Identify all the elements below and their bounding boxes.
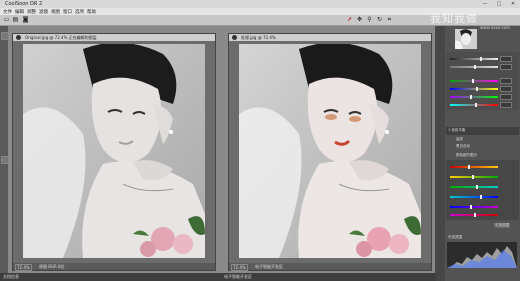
photo-processed <box>239 44 421 258</box>
select-tool-icon[interactable]: ➚ <box>346 17 353 23</box>
status-left: 文档信息 <box>3 274 19 279</box>
status-bar: 文档信息 电子智能开发区 <box>0 273 436 281</box>
right-panel-strip <box>436 26 445 281</box>
watermark: 我知我做 <box>430 12 478 25</box>
slider-magenta[interactable] <box>450 213 498 217</box>
left-tool-strip <box>0 26 9 273</box>
maximize-button[interactable]: □ <box>492 0 506 8</box>
app-title: CoolSoon DR 2 <box>5 1 43 7</box>
hand-tool-icon[interactable]: ✥ <box>356 17 363 23</box>
slider-green-magenta[interactable] <box>450 79 498 83</box>
histogram-label: 可选范围 <box>448 235 462 239</box>
watermark-url: www.xxxx.com <box>480 25 511 30</box>
doc-title-bar[interactable]: 处理.jpg @ 72.4% <box>229 34 431 41</box>
doc-status-bar: 72.4% 原图 BGR 8位 <box>13 263 215 271</box>
slider-brightness[interactable] <box>450 57 498 61</box>
document-icon <box>16 35 21 40</box>
doc-window-original[interactable]: Original.jpg @ 72.4% 正在编辑的图层 72.4% 原图 BG… <box>12 33 216 271</box>
value-box[interactable] <box>500 64 512 70</box>
rotate-icon[interactable]: ↻ <box>376 17 383 23</box>
slider-cyan-red[interactable] <box>450 103 498 107</box>
zoom-readout[interactable]: 72.4% <box>231 264 248 271</box>
slider-yellow[interactable] <box>450 175 498 179</box>
slider-green[interactable] <box>450 185 498 189</box>
doc-title-bar[interactable]: Original.jpg @ 72.4% 正在编辑的图层 <box>13 34 215 41</box>
value-box[interactable] <box>500 86 512 92</box>
document-icon <box>232 35 237 40</box>
zoom-tool-icon[interactable]: ⚲ <box>366 17 373 23</box>
value-box[interactable] <box>500 94 512 100</box>
value-box[interactable] <box>500 56 512 62</box>
section-title: 1 色彩平衡 <box>448 128 466 132</box>
slider-cyan[interactable] <box>450 195 498 199</box>
slider-contrast[interactable] <box>450 65 498 69</box>
doc-status-text: 原图 BGR 8位 <box>39 264 65 269</box>
doc-title: 处理.jpg @ 72.4% <box>241 35 276 40</box>
slider-blue-yellow[interactable] <box>450 87 498 91</box>
color-sliders-section <box>446 160 519 220</box>
crop-icon[interactable]: ⌗ <box>386 17 393 23</box>
histogram-graph <box>447 246 517 268</box>
slider-purple-green[interactable] <box>450 95 498 99</box>
value-box[interactable] <box>500 102 512 108</box>
value-box[interactable] <box>500 78 512 84</box>
histogram <box>447 242 517 268</box>
navigator-preview-icon <box>455 29 477 49</box>
slider-blue[interactable] <box>450 205 498 209</box>
option-highlight[interactable]: 高亮 <box>456 137 463 142</box>
save-icon[interactable]: ▤ <box>12 17 19 23</box>
minimize-button[interactable]: — <box>478 0 492 8</box>
option-auto-bw[interactable]: 黑白自动 <box>456 144 470 149</box>
close-button[interactable]: ✕ <box>506 0 520 8</box>
slider-red[interactable] <box>450 165 498 169</box>
canvas-area: Original.jpg @ 72.4% 正在编辑的图层 72.4% 原图 BG… <box>8 26 435 273</box>
doc-title: Original.jpg @ 72.4% 正在编辑的图层 <box>25 35 97 40</box>
option-color-detail[interactable]: 颜色细节图示 <box>456 153 477 158</box>
bride-photo-processed <box>239 44 421 258</box>
photo-original <box>23 44 205 258</box>
status-mid: 电子智能开发区 <box>224 274 252 279</box>
bride-photo-original <box>23 44 205 258</box>
zoom-readout[interactable]: 72.4% <box>15 264 32 271</box>
open-icon[interactable]: ▭ <box>3 17 10 23</box>
doc-status-bar: 72.4% 电子智能开发区 <box>229 263 431 271</box>
camera-icon[interactable]: ◙ <box>22 17 29 23</box>
doc-status-text: 电子智能开发区 <box>255 264 283 269</box>
doc-window-processed[interactable]: 处理.jpg @ 72.4% 72.4% 电子智能开发区 <box>228 33 432 271</box>
apply-button[interactable]: 可选范围 <box>494 223 510 228</box>
navigator-thumbnail[interactable] <box>455 29 477 49</box>
title-bar: CoolSoon DR 2 — □ ✕ <box>0 0 520 8</box>
